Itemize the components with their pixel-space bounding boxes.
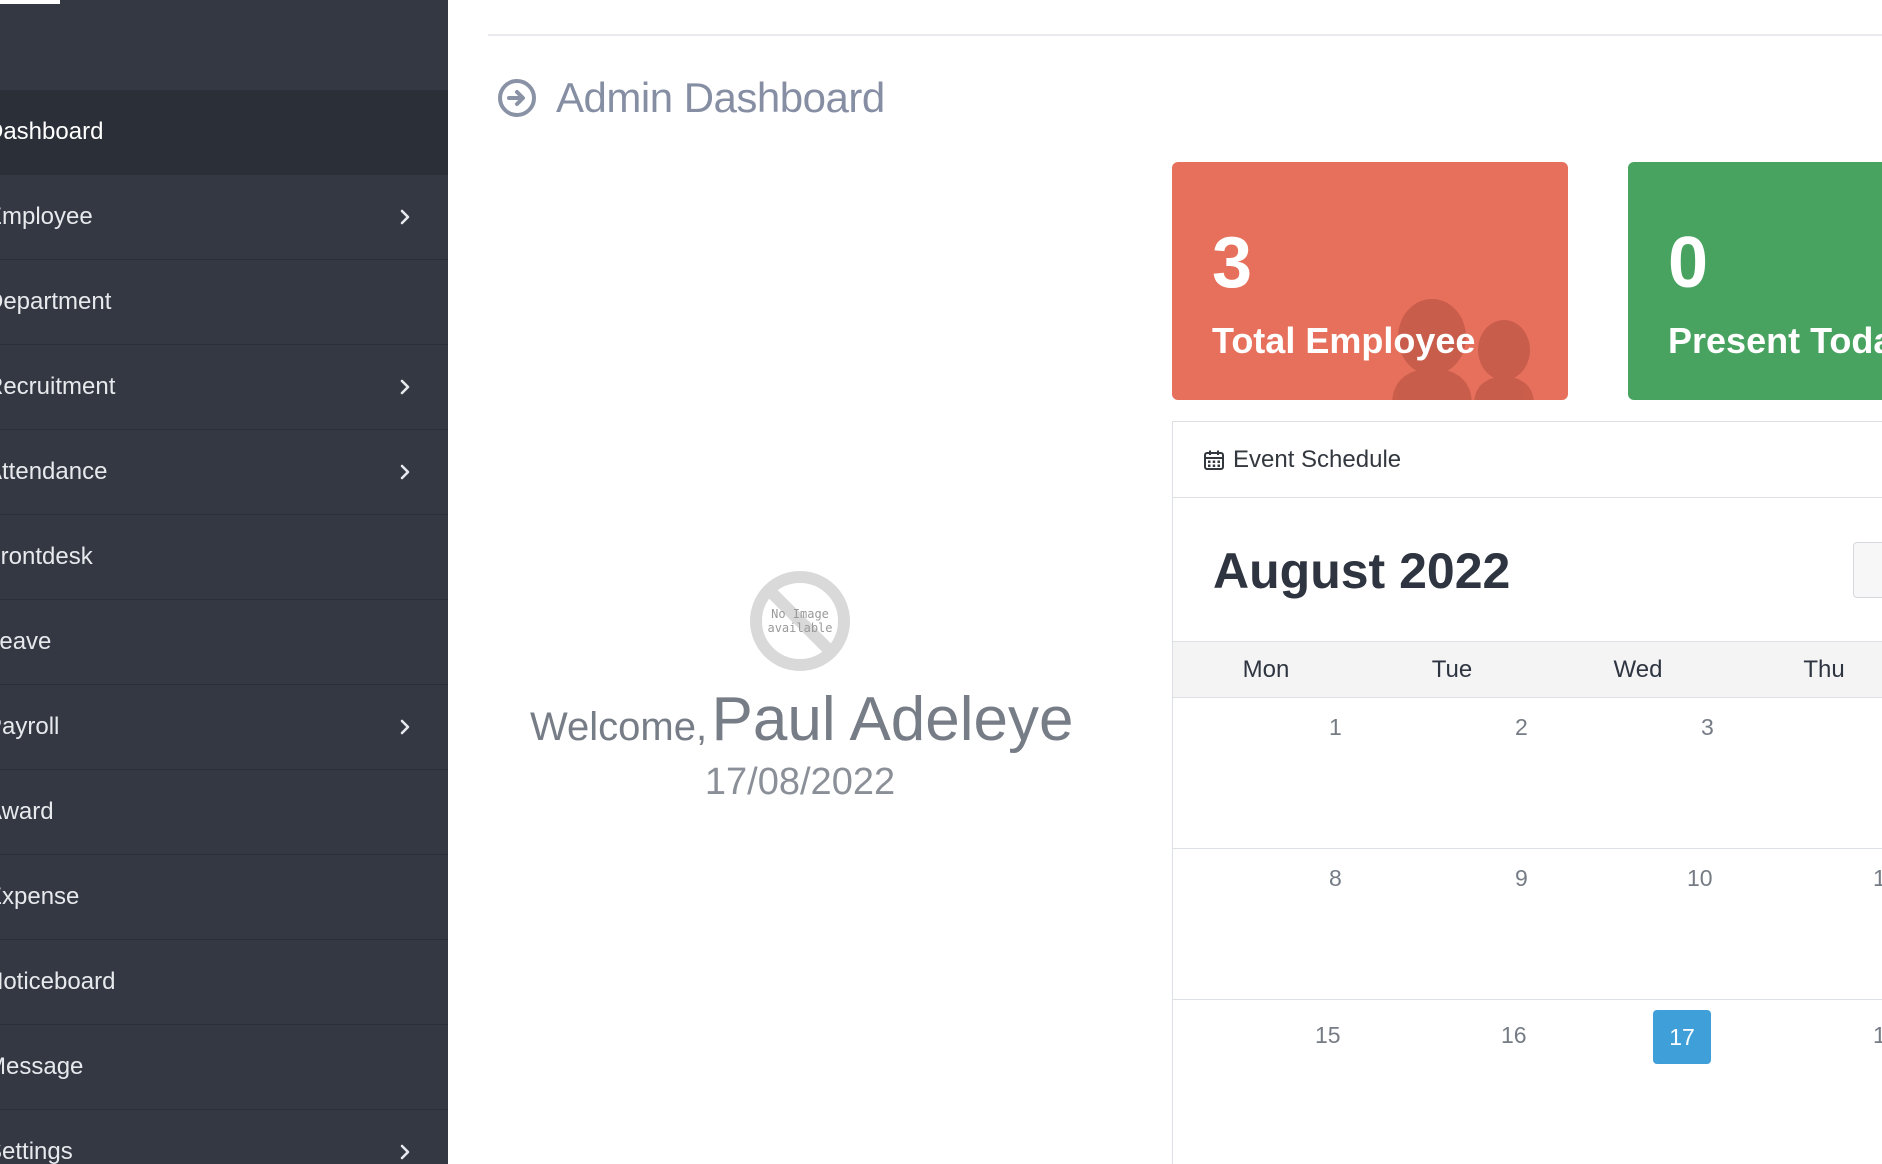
sidebar-item-label: Award bbox=[0, 798, 54, 825]
sidebar-item-department[interactable]: Department bbox=[0, 260, 448, 345]
calendar-day[interactable]: 10 bbox=[1687, 865, 1713, 892]
sidebar-item-dashboard[interactable]: Dashboard bbox=[0, 90, 448, 175]
welcome-line: Welcome, Paul Adeleye bbox=[530, 684, 1074, 755]
sidebar-item-label: Employee bbox=[0, 203, 93, 230]
page-title: Admin Dashboard bbox=[496, 74, 885, 122]
event-schedule-panel: Event Schedule August 2022 Mon Tue Wed T… bbox=[1172, 421, 1882, 1164]
calendar-week-row: 15 16 17 1 bbox=[1173, 1000, 1882, 1151]
present-today-label: Present Today bbox=[1668, 320, 1882, 361]
calendar-toolbar: August 2022 bbox=[1173, 498, 1882, 642]
total-employee-label: Total Employee bbox=[1212, 320, 1476, 361]
current-date: 17/08/2022 bbox=[704, 761, 896, 803]
sidebar-item-noticeboard[interactable]: Noticeboard bbox=[0, 940, 448, 1025]
sidebar-item-label: Expense bbox=[0, 883, 80, 910]
total-employee-count: 3 bbox=[1212, 223, 1253, 303]
sidebar-item-leave[interactable]: Leave bbox=[0, 600, 448, 685]
event-schedule-title: Event Schedule bbox=[1233, 445, 1402, 473]
weekday-mon: Mon bbox=[1242, 656, 1290, 683]
present-today-card[interactable]: 0 Present Today bbox=[1628, 162, 1882, 400]
chevron-right-icon bbox=[394, 461, 416, 483]
weekday-wed: Wed bbox=[1613, 656, 1663, 683]
sidebar-item-message[interactable]: Message bbox=[0, 1025, 448, 1110]
calendar-day[interactable]: 9 bbox=[1515, 865, 1528, 892]
sidebar-item-expense[interactable]: Expense bbox=[0, 855, 448, 940]
no-image-text-line2: available bbox=[767, 621, 832, 635]
sidebar: Dashboard Employee Department Recruitmen… bbox=[0, 0, 448, 1164]
sidebar-item-label: Payroll bbox=[0, 713, 60, 740]
sidebar-item-label: Frontdesk bbox=[0, 543, 93, 570]
weekday-thu: Thu bbox=[1803, 656, 1845, 683]
sidebar-item-frontdesk[interactable]: Frontdesk bbox=[0, 515, 448, 600]
sidebar-item-label: Message bbox=[0, 1053, 84, 1080]
sidebar-item-settings[interactable]: Settings bbox=[0, 1110, 448, 1164]
sidebar-item-label: Settings bbox=[0, 1138, 73, 1164]
calendar-weekday-header: Mon Tue Wed Thu bbox=[1173, 642, 1882, 698]
arrow-circle-right-icon bbox=[496, 77, 538, 119]
sidebar-menu: Dashboard Employee Department Recruitmen… bbox=[0, 90, 448, 1164]
event-schedule-header: Event Schedule bbox=[1173, 422, 1882, 498]
no-image-text-line1: No Image bbox=[771, 607, 829, 621]
present-today-count: 0 bbox=[1668, 223, 1709, 303]
calendar-day[interactable]: 3 bbox=[1701, 714, 1714, 741]
calendar-day[interactable]: 1 bbox=[1873, 865, 1882, 892]
total-employee-card[interactable]: 3 Total Employee bbox=[1172, 162, 1568, 400]
calendar-week-row: 8 9 10 1 bbox=[1173, 849, 1882, 1000]
calendar-day[interactable]: 2 bbox=[1515, 714, 1528, 741]
user-name: Paul Adeleye bbox=[711, 685, 1074, 754]
sidebar-item-attendance[interactable]: Attendance bbox=[0, 430, 448, 515]
chevron-right-icon bbox=[394, 716, 416, 738]
sidebar-item-label: Attendance bbox=[0, 458, 108, 485]
calendar-day[interactable]: 16 bbox=[1501, 1022, 1527, 1049]
calendar-day[interactable]: 8 bbox=[1329, 865, 1342, 892]
chevron-right-icon bbox=[394, 376, 416, 398]
calendar-icon bbox=[1203, 449, 1225, 471]
weekday-tue: Tue bbox=[1431, 656, 1473, 683]
sidebar-item-label: Leave bbox=[0, 628, 52, 655]
chevron-right-icon bbox=[394, 206, 416, 228]
avatar: No Image available bbox=[749, 570, 851, 672]
sidebar-item-label: Noticeboard bbox=[0, 968, 116, 995]
welcome-greeting: Welcome, bbox=[530, 705, 708, 749]
calendar-month-title: August 2022 bbox=[1213, 543, 1511, 599]
calendar-day-today[interactable]: 17 bbox=[1653, 1010, 1711, 1064]
sidebar-item-payroll[interactable]: Payroll bbox=[0, 685, 448, 770]
sidebar-item-label: Department bbox=[0, 288, 112, 315]
calendar-day[interactable]: 1 bbox=[1873, 1022, 1882, 1049]
sidebar-item-award[interactable]: Award bbox=[0, 770, 448, 855]
page-title-text: Admin Dashboard bbox=[556, 74, 885, 121]
calendar-nav-button[interactable] bbox=[1853, 542, 1882, 598]
sidebar-item-recruitment[interactable]: Recruitment bbox=[0, 345, 448, 430]
calendar-week-row: 1 2 3 bbox=[1173, 698, 1882, 849]
sidebar-item-label: Dashboard bbox=[0, 118, 104, 145]
calendar-day[interactable]: 1 bbox=[1329, 714, 1342, 741]
header-divider bbox=[488, 34, 1882, 36]
welcome-block: No Image available Welcome, Paul Adeleye… bbox=[530, 570, 1074, 804]
calendar-day[interactable]: 15 bbox=[1315, 1022, 1341, 1049]
sidebar-item-employee[interactable]: Employee bbox=[0, 175, 448, 260]
sidebar-logo-stub bbox=[0, 0, 60, 4]
sidebar-item-label: Recruitment bbox=[0, 373, 116, 400]
chevron-right-icon bbox=[394, 1141, 416, 1163]
